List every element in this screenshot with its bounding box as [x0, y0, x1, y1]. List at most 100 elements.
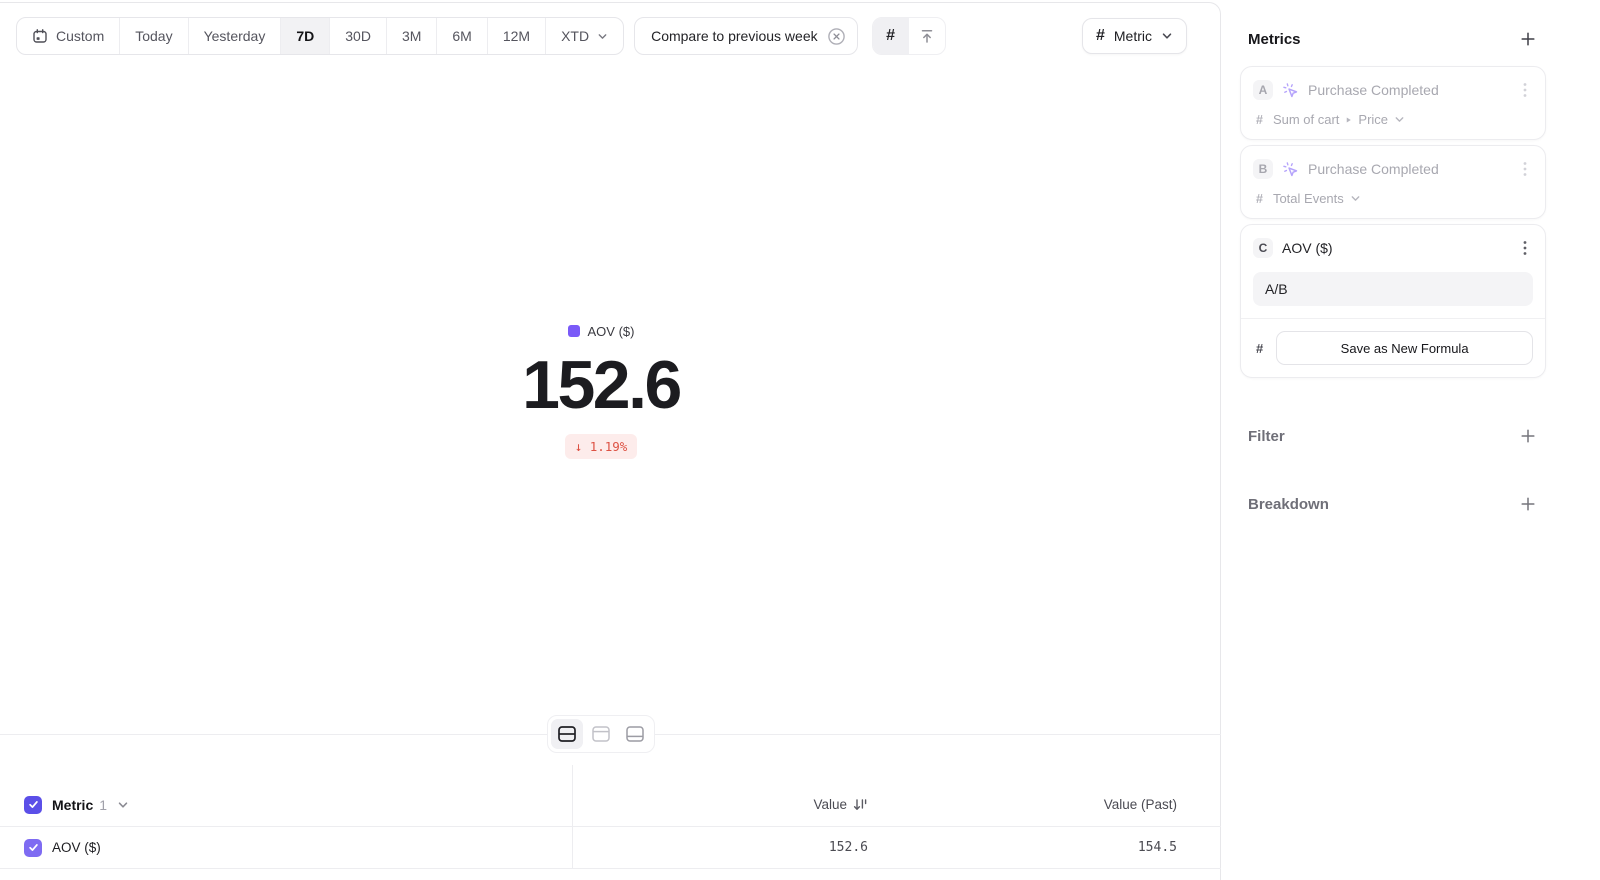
- date-range-30d[interactable]: 30D: [329, 18, 386, 54]
- layout-split-button[interactable]: [551, 719, 583, 749]
- filter-title: Filter: [1248, 428, 1285, 445]
- measure-selector[interactable]: # Total Events: [1253, 191, 1533, 206]
- plus-icon: [1520, 496, 1536, 512]
- layout-split-icon: [557, 725, 577, 743]
- breakdown-section-header: Breakdown: [1240, 492, 1546, 516]
- hash-icon: #: [1096, 27, 1105, 45]
- toggle-cumulative-view[interactable]: [909, 18, 945, 54]
- save-as-new-formula-button[interactable]: Save as New Formula: [1276, 331, 1533, 365]
- metrics-section-header: Metrics: [1240, 27, 1546, 51]
- date-range-today[interactable]: Today: [119, 18, 187, 54]
- calendar-icon: [32, 28, 48, 44]
- arrow-to-top-icon: [918, 27, 936, 45]
- kebab-icon: [1523, 240, 1527, 256]
- delta-badge: ↓ 1.19%: [565, 434, 638, 459]
- kebab-icon: [1523, 161, 1527, 177]
- row-checkbox[interactable]: [24, 839, 42, 857]
- date-range-group: Custom Today Yesterday 7D 30D 3M 6M 12M …: [16, 17, 624, 55]
- date-range-12m[interactable]: 12M: [487, 18, 545, 54]
- table-header-row: Metric 1 Value Value (Past): [0, 765, 1221, 827]
- hash-icon: #: [1256, 192, 1263, 206]
- report-toolbar: Custom Today Yesterday 7D 30D 3M 6M 12M …: [16, 17, 1187, 55]
- check-icon: [28, 799, 39, 810]
- chart-legend: AOV ($): [0, 323, 1202, 339]
- series-color-swatch: [568, 325, 580, 337]
- value-display-toggle: #: [872, 17, 946, 55]
- compare-chip-label: Compare to previous week: [651, 28, 818, 44]
- add-breakdown-button[interactable]: [1516, 492, 1540, 516]
- series-label: AOV ($): [588, 324, 635, 339]
- value-column-header[interactable]: Value: [572, 797, 868, 812]
- metric-card-b[interactable]: B Purchase Completed # To: [1240, 145, 1546, 219]
- table-row[interactable]: AOV ($) 152.6 154.5: [0, 827, 1221, 869]
- close-circle-icon[interactable]: [827, 27, 846, 46]
- compare-chip[interactable]: Compare to previous week: [634, 17, 858, 55]
- metric-options-button[interactable]: [1517, 240, 1533, 256]
- hash-icon: #: [1256, 341, 1263, 356]
- metric-badge: C: [1253, 238, 1273, 258]
- measure-property: Price: [1358, 112, 1388, 127]
- layout-switcher: [547, 715, 655, 753]
- layout-chart-only-button[interactable]: [585, 719, 617, 749]
- layout-bottom-bar-icon: [625, 725, 645, 743]
- metric-count: 1: [99, 797, 107, 813]
- metric-options-button[interactable]: [1517, 82, 1533, 98]
- breakdown-title: Breakdown: [1248, 496, 1329, 513]
- measure-selector[interactable]: # Sum of cart Price: [1253, 112, 1533, 127]
- metric-type-button[interactable]: # Metric: [1082, 18, 1187, 54]
- chevron-down-icon: [1394, 114, 1405, 125]
- check-icon: [28, 842, 39, 853]
- metric-options-button[interactable]: [1517, 161, 1533, 177]
- big-number-visualization: AOV ($) 152.6 ↓ 1.19%: [0, 323, 1202, 459]
- add-filter-button[interactable]: [1516, 424, 1540, 448]
- select-all-checkbox[interactable]: [24, 796, 42, 814]
- value-past-column-header[interactable]: Value (Past): [868, 797, 1177, 812]
- metrics-title: Metrics: [1248, 31, 1301, 48]
- chevron-down-icon: [1350, 193, 1361, 204]
- measure-label: Sum of cart: [1273, 112, 1339, 127]
- results-table: Metric 1 Value Value (Past): [0, 765, 1221, 869]
- layout-table-only-button[interactable]: [619, 719, 651, 749]
- plus-icon: [1520, 428, 1536, 444]
- metric-badge: A: [1253, 80, 1273, 100]
- triangle-right-icon: [1345, 116, 1352, 124]
- metric-value: 152.6: [0, 352, 1202, 418]
- kebab-icon: [1523, 82, 1527, 98]
- chevron-down-icon: [597, 31, 608, 42]
- metric-badge: B: [1253, 159, 1273, 179]
- formula-name[interactable]: AOV ($): [1282, 240, 1333, 256]
- date-range-3m[interactable]: 3M: [386, 18, 436, 54]
- measure-label: Total Events: [1273, 191, 1344, 206]
- metric-type-label: Metric: [1114, 28, 1152, 44]
- date-range-xtd[interactable]: XTD: [545, 18, 623, 54]
- chevron-down-icon[interactable]: [117, 799, 129, 811]
- date-range-custom[interactable]: Custom: [17, 18, 119, 54]
- event-cursor-icon: [1282, 161, 1299, 178]
- sort-descending-icon: [853, 798, 868, 812]
- metric-event-name[interactable]: Purchase Completed: [1308, 82, 1439, 98]
- row-value: 152.6: [829, 840, 868, 855]
- query-builder-sidebar: Metrics A Purchase Completed: [1222, 0, 1600, 880]
- formula-input[interactable]: A/B: [1253, 272, 1533, 306]
- date-range-7d[interactable]: 7D: [280, 18, 329, 54]
- row-value-past: 154.5: [1138, 840, 1177, 855]
- metric-column-header[interactable]: Metric: [52, 797, 93, 813]
- metric-card-c-formula[interactable]: C AOV ($) A/B # Save as New Formula: [1240, 224, 1546, 378]
- metric-cards: A Purchase Completed # Su: [1240, 66, 1600, 378]
- metric-event-name[interactable]: Purchase Completed: [1308, 161, 1439, 177]
- chevron-down-icon: [1161, 30, 1173, 42]
- add-metric-button[interactable]: [1516, 27, 1540, 51]
- hash-icon: #: [1256, 113, 1263, 127]
- table-column-divider: [572, 765, 573, 869]
- row-metric-name: AOV ($): [52, 840, 101, 855]
- hash-icon: #: [886, 27, 895, 45]
- date-range-6m[interactable]: 6M: [436, 18, 486, 54]
- filter-section-header: Filter: [1240, 424, 1546, 448]
- event-cursor-icon: [1282, 82, 1299, 99]
- date-range-yesterday[interactable]: Yesterday: [188, 18, 281, 54]
- plus-icon: [1520, 31, 1536, 47]
- metric-card-a[interactable]: A Purchase Completed # Su: [1240, 66, 1546, 140]
- toggle-number-view[interactable]: #: [873, 18, 909, 54]
- layout-top-bar-icon: [591, 725, 611, 743]
- report-canvas: Custom Today Yesterday 7D 30D 3M 6M 12M …: [0, 2, 1221, 880]
